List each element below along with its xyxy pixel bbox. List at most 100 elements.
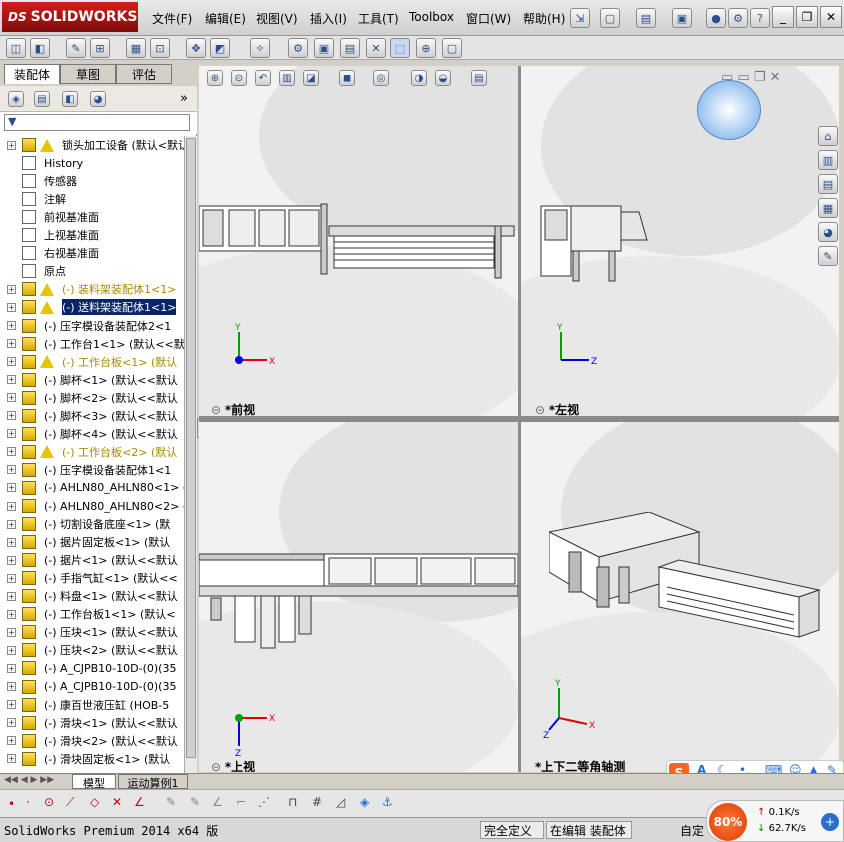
menu-window[interactable]: 窗口(W) (466, 10, 511, 27)
dotted-corner-icon[interactable]: ⋰ (258, 795, 270, 809)
tree-item[interactable]: + (-) 切割设备底座<1> (默 (0, 515, 184, 533)
mate-icon[interactable]: ⊞ (90, 38, 110, 58)
expand-toggle-icon[interactable]: + (7, 284, 16, 294)
minimize-button[interactable]: _ (772, 6, 794, 28)
expand-toggle-icon[interactable]: + (7, 357, 16, 367)
expand-toggle-icon[interactable]: + (7, 411, 16, 421)
expand-toggle-icon[interactable]: + (7, 718, 16, 728)
expand-toggle-icon[interactable]: + (7, 302, 16, 312)
show-hidden-icon[interactable]: ◩ (210, 38, 230, 58)
expand-toggle-icon[interactable]: + (7, 465, 16, 475)
tree-item[interactable]: 传感器 (0, 172, 184, 190)
assembly-features-icon[interactable]: ✧ (250, 38, 270, 58)
viewport-isometric[interactable]: Y X Z *上下二等角轴测 (521, 422, 839, 772)
expand-toggle-icon[interactable]: + (7, 736, 16, 746)
expand-toggle-icon[interactable]: + (7, 483, 16, 493)
slope-icon[interactable]: ◿ (336, 795, 345, 809)
display-style-icon[interactable]: ◼ (339, 70, 355, 86)
pin-icon[interactable]: ⇲ (570, 8, 590, 28)
viewport-front[interactable]: Y X ⊝ *前视 (199, 66, 518, 416)
expand-toggle-icon[interactable]: + (7, 591, 16, 601)
tree-item[interactable]: + (-) AHLN80_AHLN80<2> ( (0, 497, 184, 515)
viewport-window-controls[interactable]: ▭ ▭ ❐ ✕ (721, 70, 781, 85)
tree-item[interactable]: + (-) 工作台板<2> (默认 (0, 443, 184, 461)
save-icon[interactable]: ▣ (672, 8, 692, 28)
tree-item[interactable]: + (-) A_CJPB10-10D-(0)(35 (0, 678, 184, 696)
tree-item[interactable]: + (-) 工作台1<1> (默认<<默 (0, 335, 184, 353)
tree-item[interactable]: + (-) 送料架装配体1<1> (0, 298, 184, 316)
add-icon[interactable]: + (821, 813, 839, 831)
point-tool-icon[interactable]: · (26, 795, 30, 809)
exploded-view-icon[interactable]: ✕ (366, 38, 386, 58)
zoom-to-area-icon[interactable]: ⊙ (231, 70, 247, 86)
view-orientation-icon[interactable]: ◪ (303, 70, 319, 86)
filter-icon[interactable]: ▼ (8, 115, 16, 128)
bill-of-materials-icon[interactable]: ▤ (340, 38, 360, 58)
tab-assembly[interactable]: 装配体 (4, 64, 60, 84)
viewport-horizontal-splitter[interactable] (199, 416, 839, 422)
tree-item[interactable]: + (-) 脚杯<1> (默认<<默认 (0, 371, 184, 389)
expand-toggle-icon[interactable]: + (7, 429, 16, 439)
anchor-icon[interactable]: ⚓ (382, 795, 393, 809)
viewport-left[interactable]: Y Z ▭ ▭ ❐ ✕ ⊝ *左视 (521, 66, 839, 416)
expand-toggle-icon[interactable]: + (7, 663, 16, 673)
tab-model[interactable]: 模型 (72, 774, 116, 790)
take-snapshot-icon[interactable]: ▢ (442, 38, 462, 58)
tree-item[interactable]: + (-) 滑块<2> (默认<<默认 (0, 732, 184, 750)
edit-appearance-icon[interactable]: ◑ (411, 70, 427, 86)
tree-item[interactable]: + (-) 脚杯<2> (默认<<默认 (0, 389, 184, 407)
line-icon[interactable]: ⟋ (66, 795, 74, 810)
expand-toggle-icon[interactable]: + (7, 339, 16, 349)
tree-item[interactable]: + (-) 手指气缸<1> (默认<< (0, 569, 184, 587)
section-view-icon[interactable]: ▥ (279, 70, 295, 86)
expand-toggle-icon[interactable]: + (7, 682, 16, 691)
move-component-icon[interactable]: ✥ (186, 38, 206, 58)
point-icon[interactable]: • (8, 797, 15, 811)
grid-icon[interactable]: # (312, 795, 322, 809)
trim-icon[interactable]: ✕ (112, 795, 122, 809)
options-icon[interactable]: ⚙ (728, 8, 748, 28)
menu-insert[interactable]: 插入(I) (310, 10, 347, 27)
menu-edit[interactable]: 编辑(E) (205, 10, 246, 27)
expand-toggle-icon[interactable]: + (7, 140, 16, 150)
menu-tools[interactable]: 工具(T) (358, 10, 399, 27)
paperclip-icon[interactable]: ✎ (66, 38, 86, 58)
hide-show-items-icon[interactable]: ◎ (373, 70, 389, 86)
filter-input[interactable] (4, 114, 190, 131)
tab-scroll-arrows-icon[interactable]: ◀◀ ◀ ▶ ▶▶ (4, 775, 54, 785)
expand-toggle-icon[interactable]: + (7, 537, 16, 547)
expand-toggle-icon[interactable]: + (7, 375, 16, 385)
menu-file[interactable]: 文件(F) (152, 10, 192, 27)
tree-item[interactable]: History (0, 154, 184, 172)
home-icon[interactable]: ⌂ (818, 126, 838, 146)
new-document-icon[interactable]: ▢ (600, 8, 620, 28)
polygon-icon[interactable]: ◇ (90, 795, 99, 809)
tree-item[interactable]: + (-) 压字模设备装配体2<1 (0, 317, 184, 335)
reference-geometry-icon[interactable]: ⚙ (288, 38, 308, 58)
smart-fasteners-icon[interactable]: ⊡ (150, 38, 170, 58)
tree-root-item[interactable]: + 锁头加工设备 (默认<默认 (0, 136, 184, 154)
tree-item[interactable]: + (-) A_CJPB10-10D-(0)(35 (0, 659, 184, 677)
tree-item[interactable]: 原点 (0, 262, 184, 280)
tree-item[interactable]: + (-) 料盘<1> (默认<<默认 (0, 587, 184, 605)
tree-item[interactable]: + (-) 滑块固定板<1> (默认 (0, 750, 184, 768)
apply-scene-icon[interactable]: ◒ (435, 70, 451, 86)
solidworks-bird-logo[interactable] (697, 80, 761, 140)
view-palette-icon[interactable]: ▦ (818, 198, 838, 218)
feature-manager-icon[interactable]: ◈ (8, 91, 24, 107)
tree-item[interactable]: 上视基准面 (0, 226, 184, 244)
dimension-icon[interactable]: ⊓ (288, 795, 297, 809)
expand-toggle-icon[interactable]: + (7, 573, 16, 583)
viewport-top[interactable]: Z X ⊝ *上视 (199, 422, 518, 772)
feature-tree-scrollbar[interactable] (184, 136, 197, 773)
open-folder-icon[interactable]: ▤ (636, 8, 656, 28)
expand-toggle-icon[interactable]: + (7, 501, 16, 511)
expand-toggle-icon[interactable]: + (7, 393, 16, 403)
tree-item[interactable]: + (-) 压字模设备装配体1<1 (0, 461, 184, 479)
scrollbar-thumb[interactable] (186, 138, 196, 758)
tree-item[interactable]: 右视基准面 (0, 244, 184, 262)
restore-button[interactable]: ❐ (796, 6, 818, 28)
menu-toolbox[interactable]: Toolbox (409, 10, 454, 24)
tree-item[interactable]: + (-) 工作台板<1> (默认 (0, 353, 184, 371)
linear-pattern-icon[interactable]: ▦ (126, 38, 146, 58)
